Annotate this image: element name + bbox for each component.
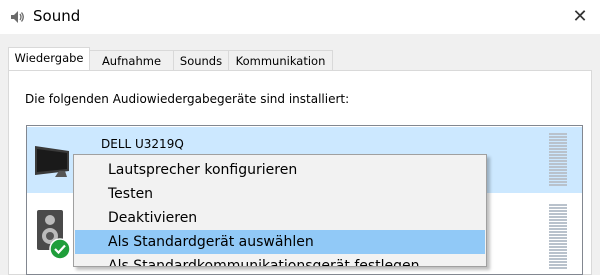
- close-icon: ✕: [572, 6, 588, 27]
- speaker-icon: [11, 11, 24, 23]
- level-meter: [549, 204, 567, 270]
- tab-sounds[interactable]: Sounds: [173, 50, 229, 70]
- device-name: DELL U3219Q: [101, 137, 184, 151]
- menu-item-disable[interactable]: Deaktivieren: [75, 206, 485, 230]
- tab-wiedergabe[interactable]: Wiedergabe: [8, 47, 90, 70]
- instruction-text: Die folgenden Audiowiedergabegeräte sind…: [25, 92, 350, 106]
- title-bar: Sound ✕: [0, 0, 600, 34]
- window-title: Sound: [33, 7, 81, 25]
- menu-item-configure[interactable]: Lautsprecher konfigurieren: [75, 158, 485, 182]
- close-button[interactable]: ✕: [560, 0, 600, 34]
- level-meter: [549, 133, 567, 187]
- default-check-icon: [49, 238, 71, 260]
- menu-item-set-default[interactable]: Als Standardgerät auswählen: [75, 230, 485, 254]
- monitor-icon: [35, 146, 69, 177]
- menu-item-test[interactable]: Testen: [75, 182, 485, 206]
- tab-aufnahme[interactable]: Aufnahme: [89, 50, 174, 70]
- menu-item-set-default-communication[interactable]: Als Standardkommunikationsgerät festlege…: [75, 254, 485, 266]
- tab-kommunikation[interactable]: Kommunikation: [228, 50, 333, 70]
- context-menu: Lautsprecher konfigurieren Testen Deakti…: [73, 154, 487, 267]
